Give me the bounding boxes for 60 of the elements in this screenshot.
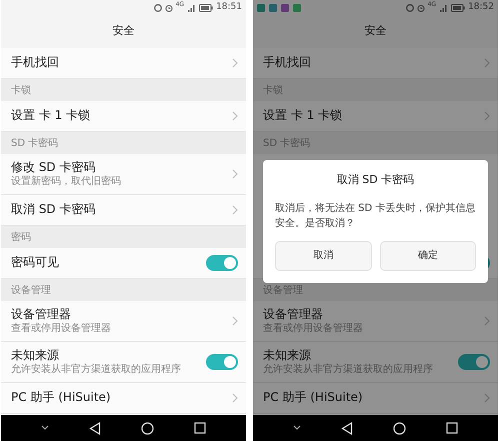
status-time: 18:52	[468, 0, 494, 14]
dialog-title: 取消 SD 卡密码	[336, 172, 416, 188]
setting-label: 设置 卡 1 卡锁	[11, 108, 92, 124]
recent-apps-icon[interactable]	[446, 422, 458, 434]
setting-label: PC 助手 (HiSuite)	[263, 390, 364, 406]
chevron-down-icon[interactable]	[293, 425, 301, 431]
home-icon[interactable]	[393, 422, 406, 434]
setting-label: PC 助手 (HiSuite)	[11, 390, 112, 406]
setting-label: 未知来源	[263, 348, 312, 364]
setting-description: 设置新密码，取代旧密码	[11, 175, 122, 188]
setting-description: 查看或停用设备管理器	[263, 322, 364, 336]
section-header: 卡锁	[263, 84, 283, 98]
alarm-icon	[416, 4, 425, 12]
setting-label: 密码可见	[11, 255, 60, 271]
chevron-right-icon	[232, 169, 238, 179]
setting-label: 手机找回	[11, 55, 60, 71]
screen-title: 安全	[112, 23, 134, 40]
section-header: SD 卡密码	[263, 136, 310, 150]
setting-description: 允许安装从非官方渠道获取的应用程序	[11, 363, 182, 376]
section-header: 设备管理	[11, 284, 51, 298]
home-icon[interactable]	[141, 422, 154, 434]
signal-icon	[439, 4, 448, 12]
chevron-right-icon	[232, 393, 238, 403]
chevron-right-icon	[232, 111, 238, 121]
setting-description: 允许安装从非官方渠道获取的应用程序	[263, 363, 434, 376]
setting-label: 手机找回	[263, 55, 312, 71]
setting-label: 未知来源	[11, 348, 60, 364]
signal-icon	[187, 4, 196, 12]
setting-description: 查看或停用设备管理器	[11, 322, 112, 336]
recent-apps-icon[interactable]	[194, 422, 206, 434]
chevron-right-icon	[232, 205, 238, 215]
toggle-switch[interactable]	[206, 354, 238, 370]
toggle-switch[interactable]	[458, 354, 490, 370]
section-header: SD 卡密码	[11, 136, 58, 150]
back-icon[interactable]	[89, 422, 101, 434]
section-header: 卡锁	[11, 84, 31, 98]
chevron-right-icon	[484, 393, 490, 403]
status-time: 18:51	[216, 0, 242, 14]
chevron-right-icon	[232, 58, 238, 68]
chevron-down-icon[interactable]	[41, 425, 49, 431]
back-icon[interactable]	[341, 422, 353, 434]
setting-label: 设备管理器	[263, 306, 324, 322]
chevron-right-icon	[484, 111, 490, 121]
chevron-right-icon	[484, 316, 490, 326]
setting-label: 取消 SD 卡密码	[11, 202, 96, 218]
section-header: 设备管理	[263, 284, 303, 298]
chevron-right-icon	[232, 316, 238, 326]
setting-label: 修改 SD 卡密码	[11, 160, 96, 176]
setting-label: 设备管理器	[11, 306, 72, 322]
dialog-message: 取消后，将无法在 SD 卡丢失时，保护其信息安全。是否取消？	[275, 202, 476, 230]
screen-title: 安全	[364, 23, 386, 40]
confirm-button[interactable]: 确定	[380, 240, 476, 270]
section-header: 密码	[11, 230, 31, 244]
chevron-right-icon	[484, 58, 490, 68]
setting-label: 设置 卡 1 卡锁	[263, 108, 344, 124]
cancel-button[interactable]: 取消	[275, 240, 372, 270]
battery-icon	[199, 4, 214, 12]
alarm-icon	[164, 4, 173, 12]
toggle-switch[interactable]	[206, 255, 238, 271]
battery-icon	[451, 4, 466, 12]
